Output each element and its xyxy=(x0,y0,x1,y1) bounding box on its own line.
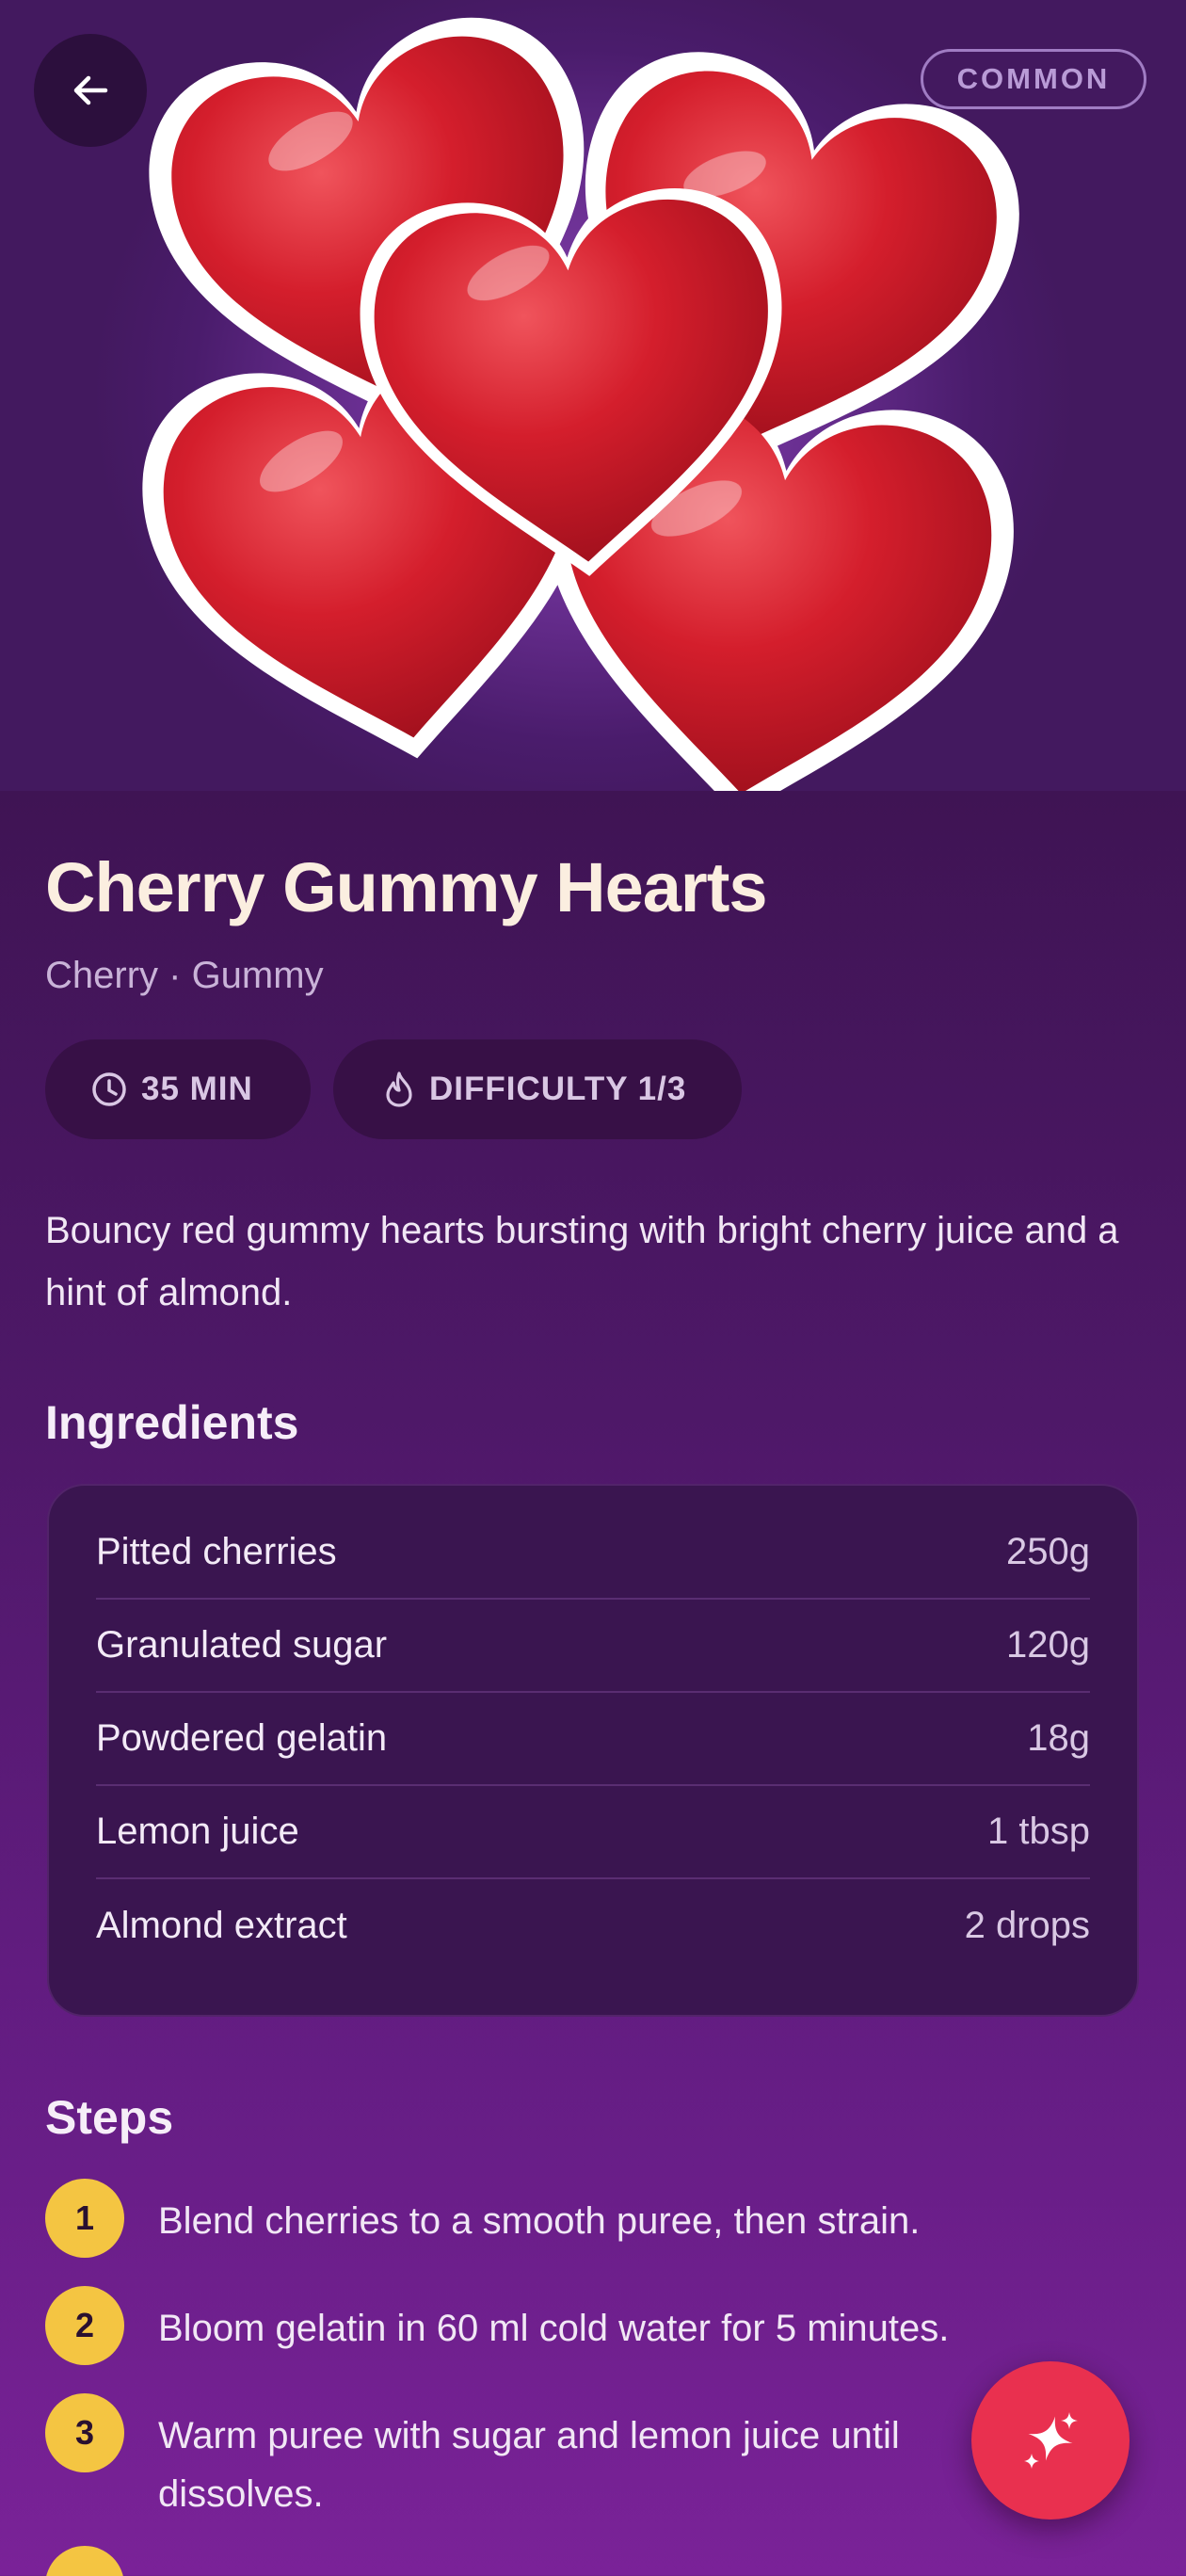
ingredient-row: Granulated sugar 120g xyxy=(96,1600,1090,1693)
time-chip-label: 35 MIN xyxy=(141,1071,253,1107)
step-number: 3 xyxy=(45,2393,124,2472)
ingredient-amount: 120g xyxy=(1006,1624,1090,1666)
recipe-title: Cherry Gummy Hearts xyxy=(45,848,768,926)
recipe-subtitle: Cherry · Gummy xyxy=(45,955,324,996)
ingredient-amount: 18g xyxy=(1027,1717,1090,1759)
rarity-badge: COMMON xyxy=(921,49,1146,109)
arrow-left-icon xyxy=(73,75,108,105)
steps-heading: Steps xyxy=(45,2091,174,2144)
ingredient-row: Pitted cherries 250g xyxy=(96,1506,1090,1600)
step-text: Warm puree with sugar and lemon juice un… xyxy=(158,2415,900,2515)
ingredient-amount: 1 tbsp xyxy=(987,1811,1090,1852)
step-text: Bloom gelatin in 60 ml cold water for 5 … xyxy=(158,2308,950,2349)
ingredient-row: Lemon juice 1 tbsp xyxy=(96,1786,1090,1879)
ingredient-row: Almond extract 2 drops xyxy=(96,1879,1090,1972)
hero-image: COMMON xyxy=(0,0,1186,791)
ingredient-name: Powdered gelatin xyxy=(96,1717,388,1759)
sparkle-fab-button[interactable] xyxy=(971,2361,1130,2520)
ingredients-heading: Ingredients xyxy=(45,1396,299,1449)
difficulty-chip-label: DIFFICULTY 1/3 xyxy=(429,1071,687,1107)
step-number: 1 xyxy=(45,2179,124,2258)
step-number-partial xyxy=(45,2546,124,2576)
ingredient-name: Almond extract xyxy=(96,1905,347,1946)
gummy-hearts-illustration xyxy=(123,0,1044,791)
sparkle-icon xyxy=(1024,2412,1078,2469)
back-button[interactable] xyxy=(34,34,147,147)
ingredient-name: Pitted cherries xyxy=(96,1531,337,1572)
ingredient-amount: 250g xyxy=(1006,1531,1090,1572)
clock-icon xyxy=(92,1072,126,1106)
ingredient-name: Lemon juice xyxy=(96,1811,299,1852)
ingredient-row: Powdered gelatin 18g xyxy=(96,1693,1090,1786)
ingredient-name: Granulated sugar xyxy=(96,1624,388,1666)
ingredients-card: Pitted cherries 250g Granulated sugar 12… xyxy=(47,1484,1139,2017)
recipe-description: Bouncy red gummy hearts bursting with br… xyxy=(45,1210,1119,1313)
difficulty-chip: DIFFICULTY 1/3 xyxy=(333,1039,742,1139)
time-chip: 35 MIN xyxy=(45,1039,311,1139)
ingredient-amount: 2 drops xyxy=(964,1905,1090,1946)
flame-icon xyxy=(386,1071,412,1107)
step-number: 2 xyxy=(45,2286,124,2365)
step-text: Blend cherries to a smooth puree, then s… xyxy=(158,2200,921,2242)
